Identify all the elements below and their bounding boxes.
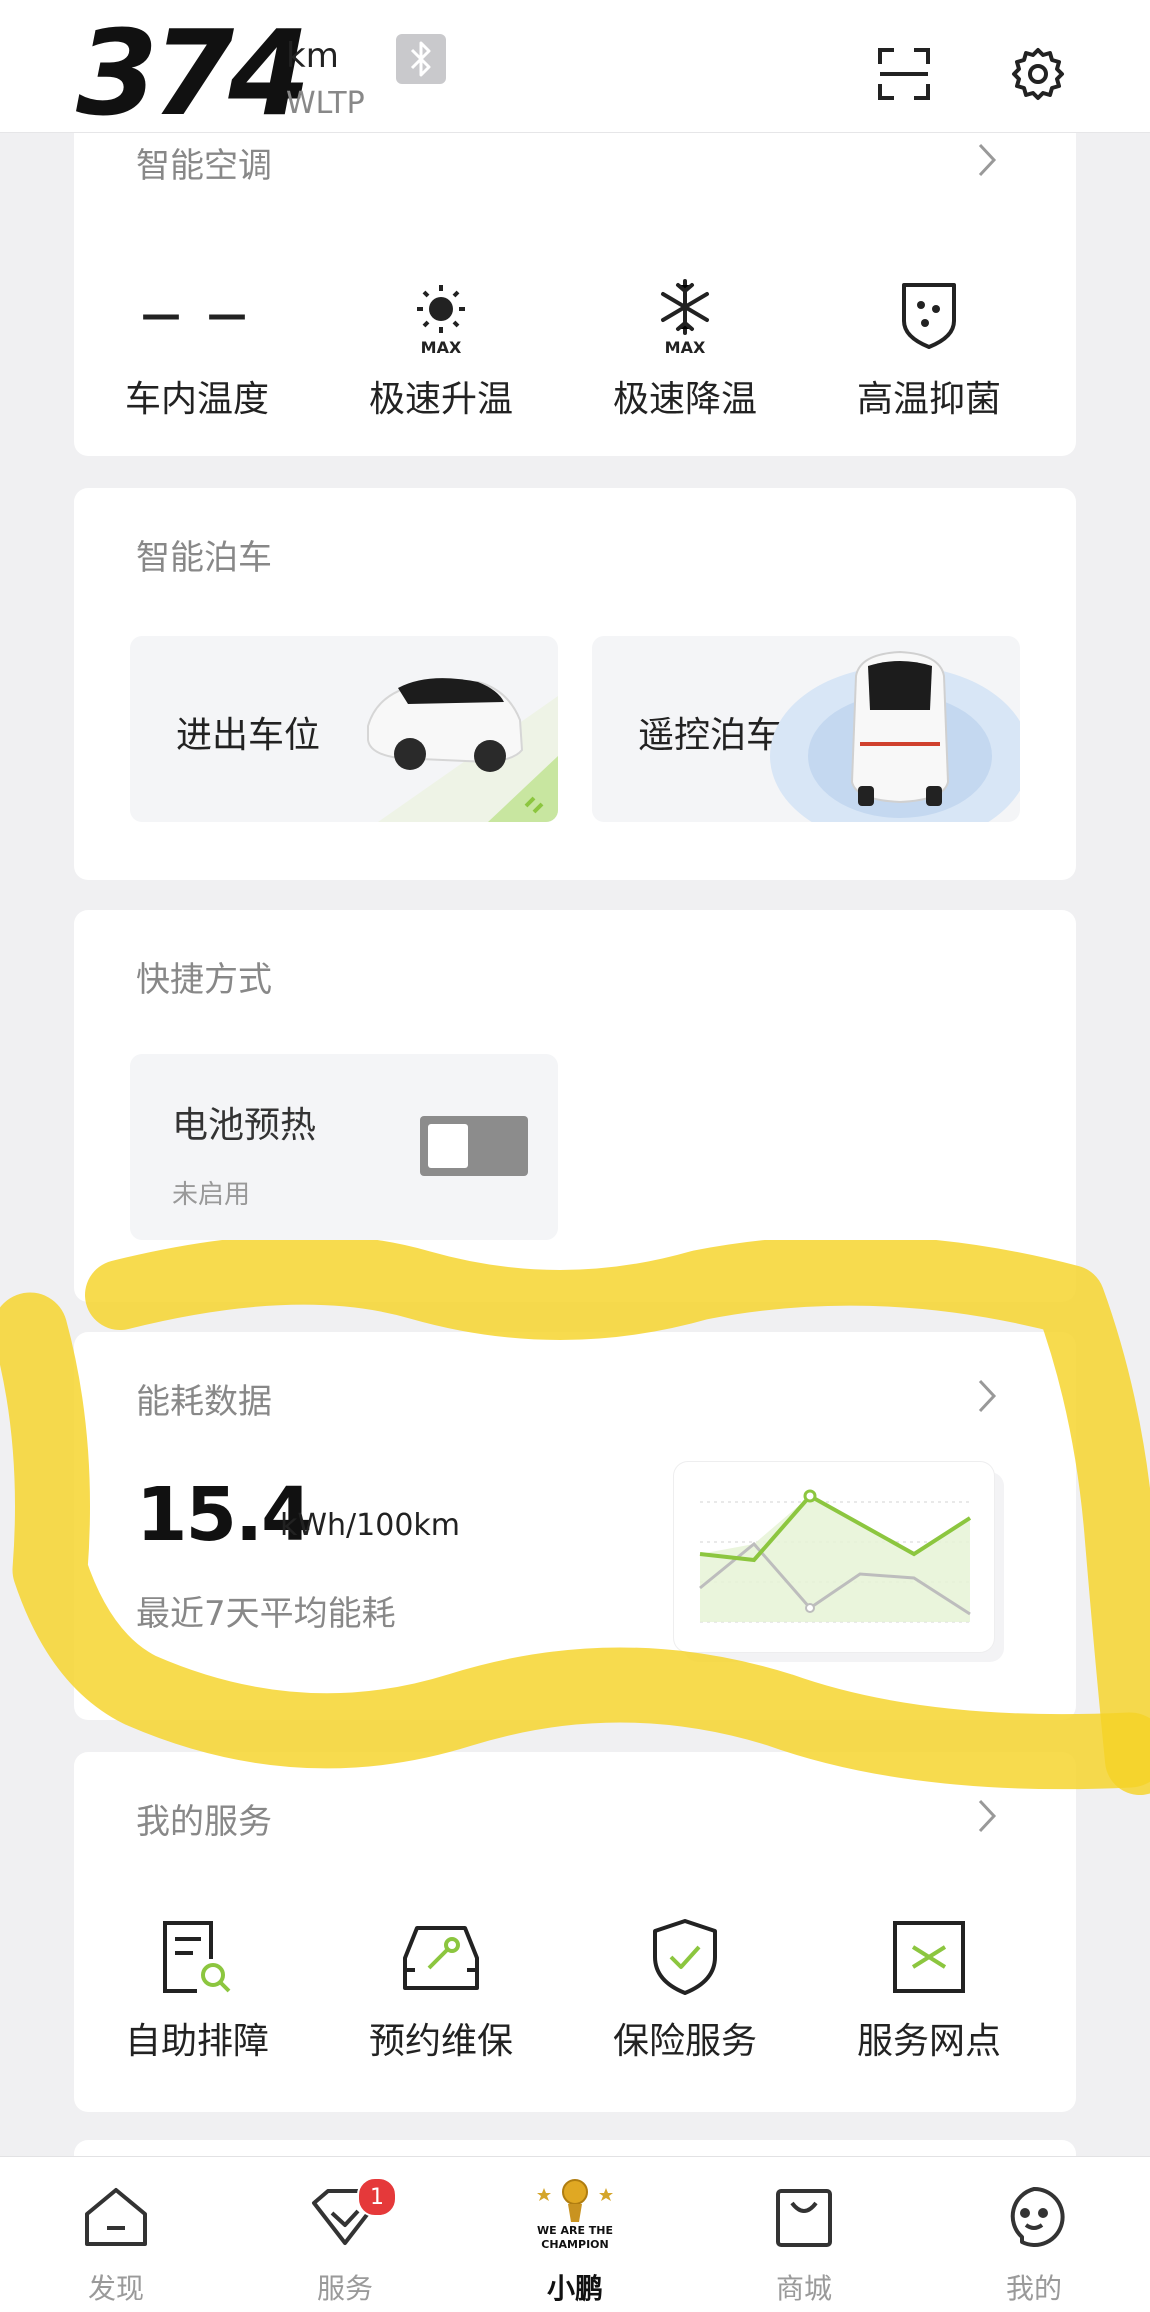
home-icon (46, 2175, 186, 2259)
cabin-temperature-value: — — (141, 292, 253, 338)
rapid-heat-label: 极速升温 (368, 379, 513, 420)
document-search-icon (112, 1912, 282, 2002)
sterilize-label: 高温抑菌 (856, 379, 1001, 420)
nav-xpeng-label: 小鹏 (546, 2272, 603, 2305)
services-card: 我的服务 自助排障 预约维保 保险服务 服务网点 (74, 1752, 1076, 2112)
svg-text:CHAMPION: CHAMPION (541, 2238, 608, 2251)
battery-preheat-label: 电池预热 (172, 1105, 317, 1146)
nav-mall-label: 商城 (775, 2272, 832, 2305)
climate-card: 智能空调 — — 车内温度 MAX 极速升温 MAX 极速降温 高温抑菌 (74, 110, 1076, 456)
range-standard: WLTP (286, 86, 365, 121)
scan-icon[interactable] (876, 46, 932, 102)
map-point-icon (844, 1912, 1014, 2002)
sterilize-button[interactable]: 高温抑菌 (844, 270, 1014, 422)
service-outlets-label: 服务网点 (856, 2021, 1001, 2062)
bottom-nav: 发现 1 服务 WE ARE THE CHAMPION 小鹏 商城 我的 (0, 2156, 1150, 2312)
nav-service-label: 服务 (316, 2272, 373, 2305)
rapid-heat-button[interactable]: MAX 极速升温 (356, 270, 526, 422)
maintenance-booking-label: 预约维保 (368, 2021, 513, 2062)
park-in-out-label: 进出车位 (176, 715, 321, 756)
heart-check-icon: 1 (275, 2175, 415, 2259)
nav-discover[interactable]: 发现 (46, 2175, 186, 2307)
car-rear-image (770, 650, 1020, 822)
champion-trophy-icon: WE ARE THE CHAMPION (505, 2175, 645, 2259)
shield-check-icon (600, 1912, 770, 2002)
rapid-cool-button[interactable]: MAX 极速降温 (600, 270, 770, 422)
battery-preheat-tile: 电池预热 未启用 (130, 1054, 558, 1240)
range-value: 374 (76, 4, 310, 142)
energy-card[interactable]: 能耗数据 15.4 kWh/100km 最近7天平均能耗 (74, 1332, 1076, 1720)
services-title: 我的服务 (136, 1802, 272, 1842)
svg-text:WE ARE THE: WE ARE THE (537, 2224, 613, 2237)
energy-title: 能耗数据 (136, 1382, 272, 1422)
svg-text:MAX: MAX (665, 338, 706, 355)
nav-service[interactable]: 1 服务 (275, 2175, 415, 2307)
chevron-right-icon[interactable] (972, 1376, 1002, 1416)
nav-me-label: 我的 (1005, 2272, 1062, 2305)
insurance-button[interactable]: 保险服务 (600, 1912, 770, 2064)
climate-title: 智能空调 (136, 146, 272, 186)
battery-preheat-status: 未启用 (172, 1180, 251, 1210)
self-diagnosis-label: 自助排障 (124, 2021, 269, 2062)
parking-title: 智能泊车 (136, 538, 272, 578)
nav-xpeng[interactable]: WE ARE THE CHAMPION 小鹏 (505, 2175, 645, 2307)
maintenance-booking-button[interactable]: 预约维保 (356, 1912, 526, 2064)
shield-dots-icon (844, 270, 1014, 360)
nav-discover-label: 发现 (87, 2272, 144, 2305)
face-icon (964, 2175, 1104, 2259)
shortcuts-title: 快捷方式 (136, 960, 272, 1000)
shortcuts-card: 快捷方式 电池预热 未启用 (74, 910, 1076, 1302)
nav-mall[interactable]: 商城 (734, 2175, 874, 2307)
park-in-out-tile[interactable]: 进出车位 (130, 636, 558, 822)
top-bar: 374 km WLTP (0, 0, 1150, 133)
energy-trend-chart (674, 1462, 994, 1652)
bluetooth-icon[interactable] (396, 34, 446, 84)
energy-unit: kWh/100km (280, 1508, 461, 1543)
chevron-right-icon[interactable] (972, 1796, 1002, 1836)
car-wrench-icon (356, 1912, 526, 2002)
shopping-bag-icon (734, 2175, 874, 2259)
gear-icon[interactable] (1010, 46, 1066, 102)
range-unit: km (286, 36, 339, 76)
insurance-label: 保险服务 (612, 2021, 757, 2062)
svg-text:MAX: MAX (421, 338, 462, 355)
notification-badge: 1 (357, 2177, 397, 2217)
chevron-right-icon[interactable] (972, 140, 1002, 180)
remote-park-tile[interactable]: 遥控泊车 (592, 636, 1020, 822)
sun-max-icon: MAX (356, 270, 526, 360)
service-outlets-button[interactable]: 服务网点 (844, 1912, 1014, 2064)
energy-description: 最近7天平均能耗 (136, 1594, 396, 1634)
car-side-image (367, 678, 558, 822)
battery-preheat-toggle[interactable] (420, 1116, 528, 1176)
cabin-temperature[interactable]: — — 车内温度 (112, 270, 282, 422)
toggle-knob (428, 1124, 468, 1168)
snowflake-max-icon: MAX (600, 270, 770, 360)
cabin-temperature-label: 车内温度 (124, 379, 269, 420)
rapid-cool-label: 极速降温 (612, 379, 757, 420)
self-diagnosis-button[interactable]: 自助排障 (112, 1912, 282, 2064)
nav-me[interactable]: 我的 (964, 2175, 1104, 2307)
parking-card: 智能泊车 进出车位 遥控泊车 (74, 488, 1076, 880)
